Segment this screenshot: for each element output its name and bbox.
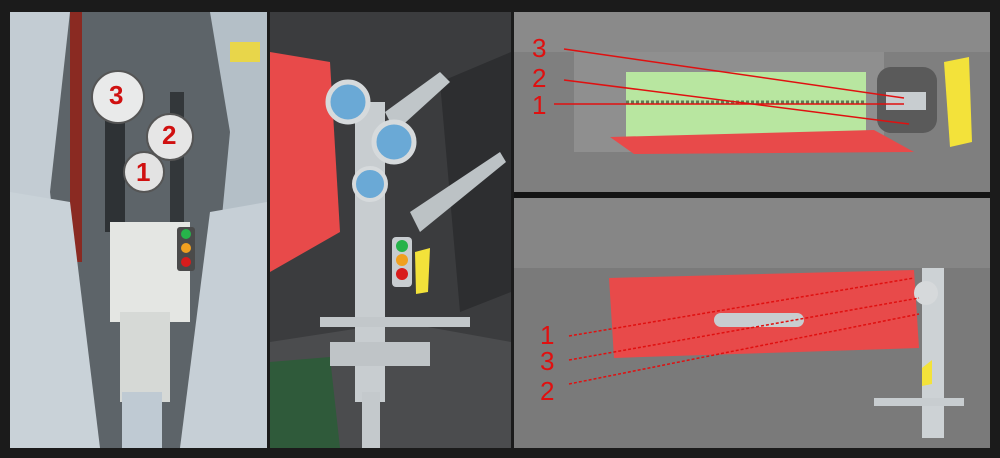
side-callout-1: 1 <box>532 90 547 120</box>
rear-view-diagram <box>514 198 990 448</box>
photo-badge-1: 1 <box>136 157 151 187</box>
photo-badge-3: 3 <box>109 80 124 110</box>
rear-callout-1: 1 <box>540 320 555 350</box>
photo-badge-2: 2 <box>162 120 177 150</box>
side-callout-2: 2 <box>532 63 547 93</box>
rear-view-panel: 1 3 2 <box>514 198 990 448</box>
rear-callout-3: 3 <box>540 346 555 376</box>
side-view-panel: 3 2 1 <box>514 12 990 192</box>
nose-gear-photo <box>10 12 267 448</box>
photo-panel: 3 2 1 <box>10 12 267 448</box>
rear-callout-2: 2 <box>540 376 555 406</box>
nose-gear-render <box>270 12 511 448</box>
side-callout-3: 3 <box>532 33 547 63</box>
render-panel <box>270 12 511 448</box>
side-view-diagram <box>514 12 990 192</box>
